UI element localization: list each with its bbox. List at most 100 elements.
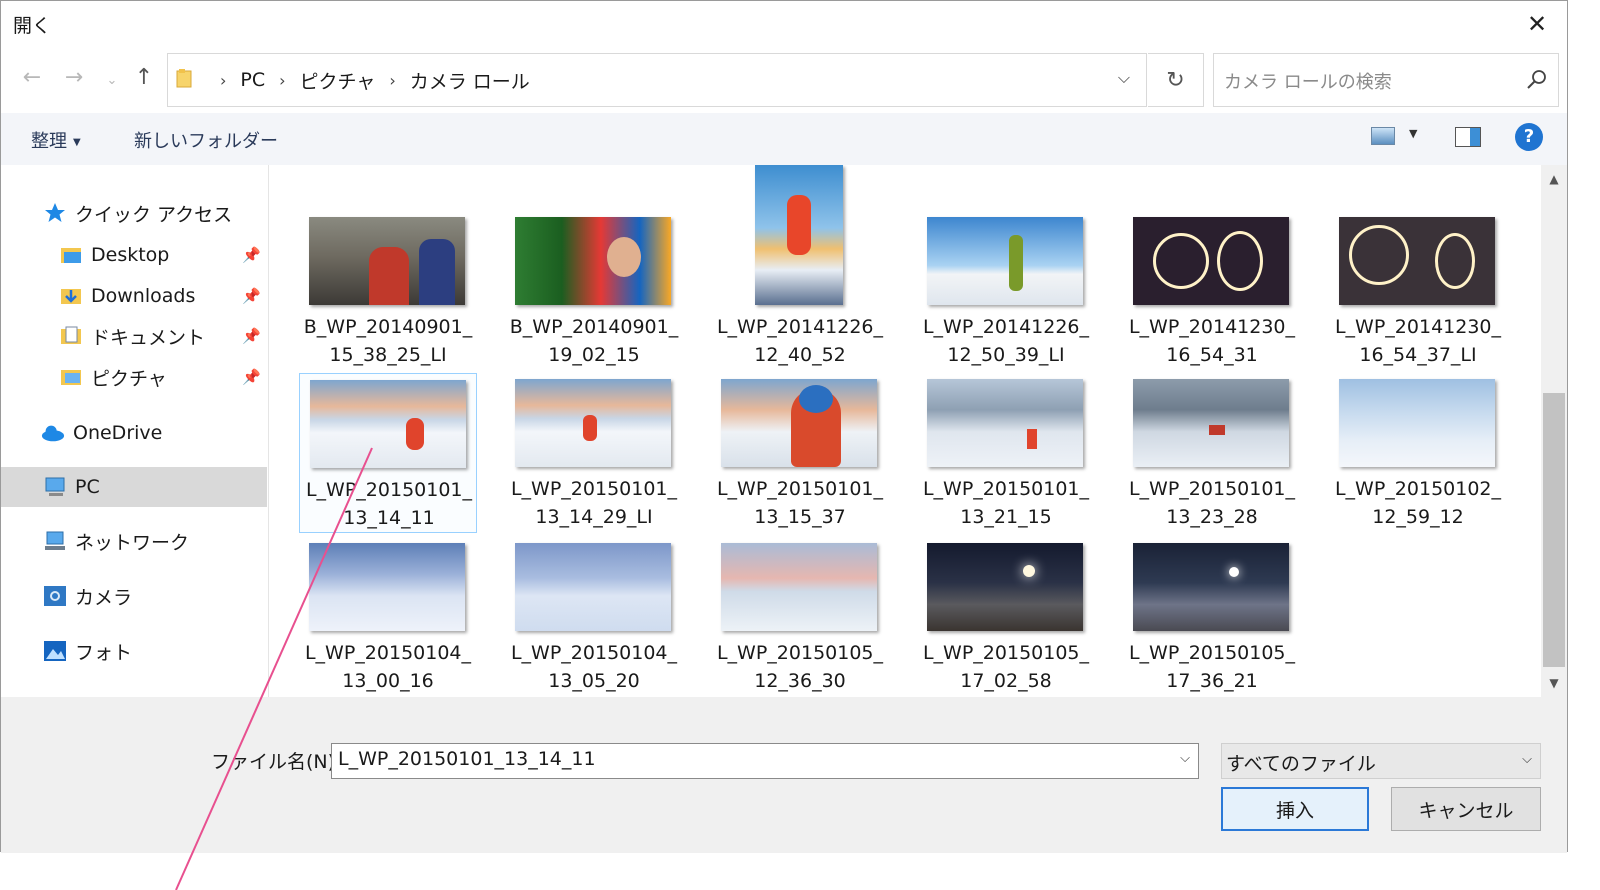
photo-thumbnail: [515, 217, 671, 305]
file-type-select[interactable]: すべてのファイル ⌵: [1221, 743, 1541, 779]
chevron-down-icon[interactable]: ⌵: [1180, 751, 1190, 766]
breadcrumb-camera-roll[interactable]: カメラ ロール: [410, 67, 530, 94]
preview-pane-icon[interactable]: [1455, 127, 1481, 147]
file-item[interactable]: L_WP_20150105_ 17_02_58: [917, 537, 1095, 697]
nav-pc[interactable]: PC: [1, 467, 267, 507]
forward-button[interactable]: →: [59, 65, 89, 90]
folder-icon: [176, 69, 192, 88]
file-name-line1: L_WP_20150101_: [716, 478, 884, 500]
file-name-line2: 16_54_37_LI: [1359, 344, 1477, 366]
nav-network[interactable]: ネットワーク: [1, 521, 267, 561]
pin-icon[interactable]: 📌: [242, 246, 261, 264]
file-item[interactable]: B_WP_20140901_ 15_38_25_LI: [299, 195, 477, 366]
file-name-line2: 15_38_25_LI: [329, 344, 447, 366]
file-item[interactable]: L_WP_20150101_ 13_21_15: [917, 373, 1095, 533]
vertical-scrollbar[interactable]: ▲ ▼: [1541, 165, 1567, 697]
file-name-line1: L_WP_20150102_: [1334, 478, 1502, 500]
file-name-line2: 17_02_58: [960, 670, 1052, 692]
title-bar: 開く ✕: [1, 1, 1567, 47]
back-button[interactable]: ←: [17, 65, 47, 90]
file-item[interactable]: L_WP_20150101_ 13_14_29_LI: [505, 373, 683, 533]
network-icon: [45, 531, 65, 550]
filename-field[interactable]: L_WP_20150101_13_14_11 ⌵: [331, 743, 1199, 779]
file-item[interactable]: L_WP_20141230_ 16_54_31: [1123, 195, 1301, 366]
file-name-line1: B_WP_20140901_: [509, 316, 679, 338]
file-item[interactable]: L_WP_20150101_ 13_15_37: [711, 373, 889, 533]
downloads-folder-icon: [61, 289, 81, 304]
scroll-up-icon[interactable]: ▲: [1541, 165, 1567, 193]
view-dropdown-icon[interactable]: ▼: [1409, 127, 1417, 140]
navigation-pane: クイック アクセス Desktop 📌 Downloads 📌 ドキュメント 📌…: [1, 165, 269, 697]
file-item[interactable]: L_WP_20141226_ 12_40_52: [711, 165, 889, 366]
file-item[interactable]: L_WP_20150104_ 13_05_20: [505, 537, 683, 697]
file-name-line2: 19_02_15: [548, 344, 640, 366]
photo-thumbnail: [1339, 379, 1495, 467]
file-name-line1: L_WP_20141226_: [716, 316, 884, 338]
pin-icon[interactable]: 📌: [242, 287, 261, 305]
nav-photos[interactable]: フォト: [1, 631, 267, 671]
file-item[interactable]: L_WP_20150101_ 13_23_28: [1123, 373, 1301, 533]
filename-label: ファイル名(N):: [211, 751, 342, 773]
file-item[interactable]: L_WP_20150105_ 17_36_21: [1123, 537, 1301, 697]
nav-camera[interactable]: カメラ: [1, 576, 267, 616]
file-item[interactable]: L_WP_20150104_ 13_00_16: [299, 537, 477, 697]
file-item[interactable]: L_WP_20150102_ 12_59_12: [1329, 373, 1507, 533]
photo-thumbnail: [309, 217, 465, 305]
photo-thumbnail: [927, 379, 1083, 467]
nav-documents[interactable]: ドキュメント 📌: [1, 316, 267, 356]
scrollbar-thumb[interactable]: [1543, 393, 1565, 667]
chevron-down-icon[interactable]: ⌵: [1118, 68, 1130, 88]
photo-thumbnail: [927, 217, 1083, 305]
nav-onedrive[interactable]: OneDrive: [1, 413, 267, 453]
pin-icon[interactable]: 📌: [242, 327, 261, 345]
file-name-line2: 13_21_15: [960, 506, 1052, 528]
breadcrumb: › PC › ピクチャ › カメラ ロール: [206, 54, 530, 106]
recent-locations-icon[interactable]: ⌄: [97, 73, 127, 88]
command-bar: 整理 ▼ 新しいフォルダー: [1, 113, 1567, 165]
file-name-line1: L_WP_20141230_: [1128, 316, 1296, 338]
close-icon: ✕: [1526, 10, 1548, 38]
up-button[interactable]: ↑: [129, 65, 159, 90]
cancel-button[interactable]: キャンセル: [1391, 787, 1541, 831]
photo-thumbnail: [755, 165, 843, 305]
address-bar[interactable]: › PC › ピクチャ › カメラ ロール ⌵: [167, 53, 1147, 107]
star-icon: [45, 203, 65, 222]
organize-menu[interactable]: 整理 ▼: [31, 127, 81, 153]
file-item[interactable]: L_WP_20141226_ 12_50_39_LI: [917, 195, 1095, 366]
file-name-line2: 17_36_21: [1166, 670, 1258, 692]
nav-downloads[interactable]: Downloads 📌: [1, 276, 267, 316]
file-item[interactable]: L_WP_20141230_ 16_54_37_LI: [1329, 195, 1507, 366]
breadcrumb-pc[interactable]: PC: [240, 69, 265, 91]
nav-quick-access[interactable]: クイック アクセス: [1, 193, 267, 233]
refresh-button[interactable]: ↻: [1148, 53, 1204, 107]
scroll-down-icon[interactable]: ▼: [1541, 669, 1567, 697]
file-name-line1: L_WP_20141226_: [922, 316, 1090, 338]
pin-icon[interactable]: 📌: [242, 368, 261, 386]
file-item[interactable]: B_WP_20140901_ 19_02_15: [505, 195, 683, 366]
file-name-line1: L_WP_20150101_: [1128, 478, 1296, 500]
file-name-line1: L_WP_20150105_: [716, 642, 884, 664]
dialog-title: 開く: [13, 15, 52, 37]
file-name-line1: B_WP_20140901_: [303, 316, 473, 338]
file-item-selected[interactable]: L_WP_20150101_ 13_14_11: [299, 373, 477, 533]
file-name-line2: 13_14_11: [343, 507, 435, 529]
file-item[interactable]: L_WP_20150105_ 12_36_30: [711, 537, 889, 697]
file-name-line2: 12_40_52: [754, 344, 846, 366]
new-folder-button[interactable]: 新しいフォルダー: [134, 127, 278, 153]
photo-thumbnail: [1133, 543, 1289, 631]
file-name-line2: 13_05_20: [548, 670, 640, 692]
file-name-line1: L_WP_20150101_: [922, 478, 1090, 500]
breadcrumb-pictures[interactable]: ピクチャ: [300, 67, 376, 94]
close-button[interactable]: ✕: [1507, 1, 1567, 47]
cloud-icon: [41, 425, 65, 442]
change-view-icon[interactable]: [1371, 127, 1395, 145]
file-name-line1: L_WP_20150101_: [510, 478, 678, 500]
search-input[interactable]: カメラ ロールの検索: [1213, 53, 1559, 107]
insert-button[interactable]: 挿入: [1221, 787, 1369, 831]
photos-icon: [44, 641, 66, 661]
computer-icon: [45, 477, 65, 496]
help-icon[interactable]: ?: [1515, 123, 1543, 151]
nav-desktop[interactable]: Desktop 📌: [1, 235, 267, 275]
nav-pictures[interactable]: ピクチャ 📌: [1, 357, 267, 397]
chevron-down-icon: ⌵: [1522, 752, 1532, 767]
